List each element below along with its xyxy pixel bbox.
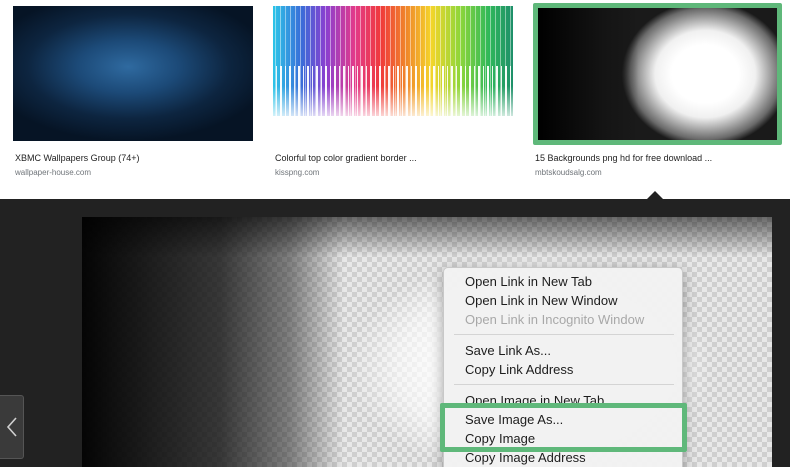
menu-highlight-box [440, 403, 687, 452]
preview-image-top-shading [82, 217, 772, 257]
fade-graphic [273, 86, 513, 141]
result-source: kisspng.com [275, 168, 320, 177]
menu-item-open-link-incognito: Open Link in Incognito Window [465, 312, 645, 327]
menu-separator [454, 384, 674, 385]
result-source: mbtskoudsalg.com [535, 168, 602, 177]
result-card[interactable]: Colorful top color gradient border ... k… [273, 6, 515, 177]
image-results-grid: XBMC Wallpapers Group (74+) wallpaper-ho… [0, 0, 790, 199]
menu-separator [454, 334, 674, 335]
result-title[interactable]: 15 Backgrounds png hd for free download … [535, 153, 712, 163]
image-search-page: XBMC Wallpapers Group (74+) wallpaper-ho… [0, 0, 790, 467]
menu-item-open-link-new-tab[interactable]: Open Link in New Tab [465, 272, 592, 291]
result-title[interactable]: XBMC Wallpapers Group (74+) [15, 153, 139, 163]
result-thumbnail[interactable] [13, 6, 253, 141]
result-card[interactable]: XBMC Wallpapers Group (74+) wallpaper-ho… [13, 6, 255, 177]
menu-item-copy-link-address[interactable]: Copy Link Address [465, 360, 573, 379]
result-thumbnail[interactable] [273, 6, 513, 141]
result-title[interactable]: Colorful top color gradient border ... [275, 153, 417, 163]
selection-pointer [647, 191, 663, 199]
chevron-left-icon [6, 417, 17, 437]
previous-image-button[interactable] [0, 395, 24, 459]
result-source: wallpaper-house.com [15, 168, 92, 177]
menu-item-save-link-as[interactable]: Save Link As... [465, 341, 551, 360]
selected-thumbnail[interactable] [533, 3, 782, 145]
selected-thumbnail-image [538, 8, 777, 140]
menu-item-open-link-new-window[interactable]: Open Link in New Window [465, 291, 617, 310]
